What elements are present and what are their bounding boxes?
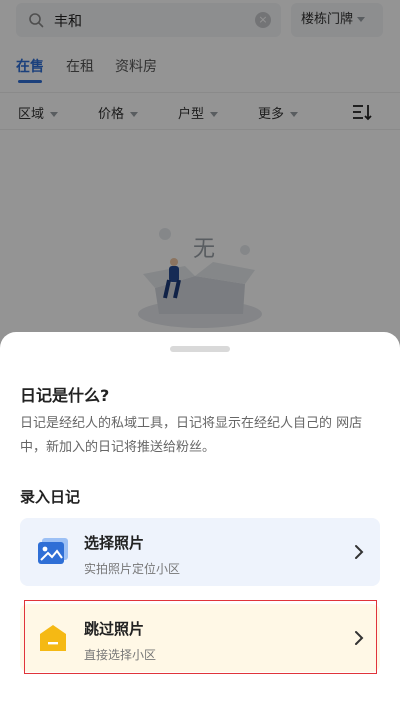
sheet-description: 日记是经纪人的私域工具，日记将显示在经纪人自己的 网店中，新加入的日记将推送给粉… — [20, 416, 363, 455]
sheet-title: 日记是什么? — [20, 386, 110, 405]
section-title: 录入日记 — [20, 488, 81, 506]
select-photo-option[interactable]: 选择照片 实拍照片定位小区 — [20, 518, 380, 586]
select-photo-subtitle: 实拍照片定位小区 — [84, 562, 181, 576]
diary-bottom-sheet: 日记是什么? 日记是经纪人的私域工具，日记将显示在经纪人自己的 网店中，新加入的… — [0, 332, 400, 710]
drag-handle[interactable] — [170, 346, 230, 352]
image-icon — [38, 538, 68, 564]
chevron-right-icon — [355, 545, 364, 559]
highlight-box — [24, 600, 377, 674]
select-photo-title: 选择照片 — [84, 534, 145, 552]
